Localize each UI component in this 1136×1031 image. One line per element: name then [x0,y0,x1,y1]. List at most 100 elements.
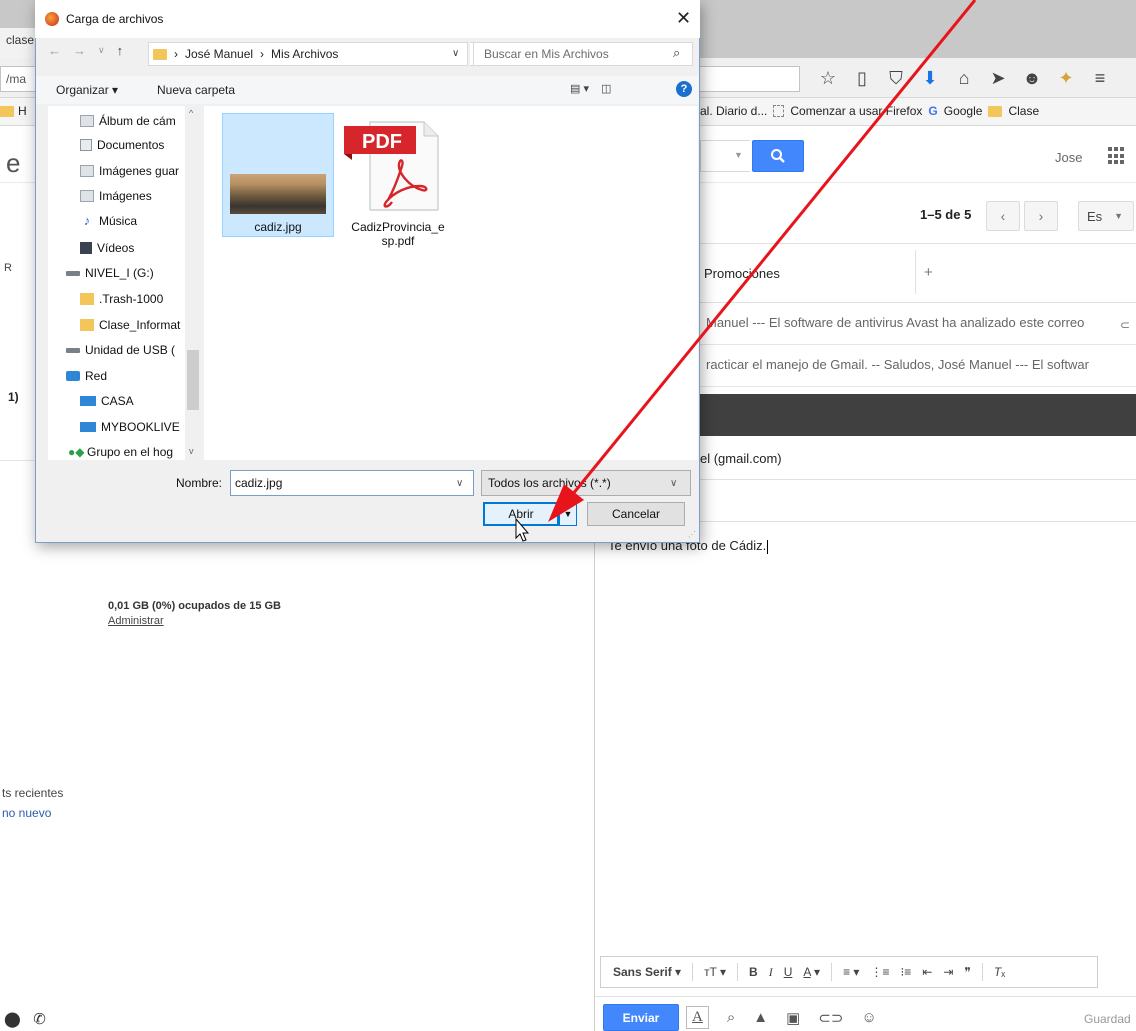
tree-item[interactable]: Imágenes guar [80,160,179,182]
italic-icon[interactable]: I [769,965,773,980]
tree-item[interactable]: Vídeos [80,237,134,259]
gmail-search-button[interactable] [752,140,804,172]
chevron-up-icon[interactable]: ^ [189,108,193,118]
send-button[interactable]: Enviar [603,1004,679,1031]
open-options-dropdown[interactable]: ▼ [559,502,577,526]
pocket-icon[interactable]: ⛉ [886,68,906,89]
extension-icon[interactable]: ✦ [1056,68,1076,89]
add-tab-button[interactable]: + [924,264,933,281]
bold-icon[interactable]: B [749,965,758,979]
quote-icon[interactable]: ❞ [964,965,970,979]
address-breadcrumb[interactable]: › José Manuel › Mis Archivos [148,42,468,66]
bookmark-google[interactable]: Google [944,104,983,118]
remove-formatting-icon[interactable]: Tₓ [994,965,1005,979]
gmail-user-name[interactable]: Jose [1055,150,1082,165]
text-color-icon[interactable]: A ▾ [803,965,820,979]
indent-less-icon[interactable]: ⇤ [922,965,932,979]
bulleted-list-icon[interactable]: ⁝≡ [900,965,911,979]
back-arrow-icon[interactable]: ← [48,43,61,58]
tree-item[interactable]: Red [66,365,107,387]
chat-icon[interactable]: ☻ [1022,68,1042,89]
bookmark-firefox[interactable]: Comenzar a usar Firefox [790,104,922,118]
preview-pane-icon[interactable]: ◫ [601,82,611,95]
email-row[interactable]: Manuel --- El software de antivirus Avas… [700,303,1136,345]
tree-item-label: Red [85,369,108,383]
tree-item[interactable]: ♪ Música [80,210,137,232]
apps-grid-icon[interactable] [1108,147,1126,165]
bookmark-clase[interactable]: Clase [1008,104,1039,118]
chevron-down-icon[interactable]: ∨ [670,478,677,489]
file-name-line: sp.pdf [381,234,415,248]
tree-item-label: Música [99,214,138,228]
send-icon[interactable]: ➤ [988,68,1008,89]
bookmark-diario[interactable]: al. Diario d... [700,104,767,118]
tree-scrollbar-thumb[interactable] [187,350,199,410]
new-contact-link[interactable]: no nuevo [2,806,51,820]
manage-storage-link[interactable]: Administrar [108,615,164,627]
change-view-icon[interactable]: ▤ ▾ [570,82,589,95]
underline-icon[interactable]: U [784,965,793,979]
tab-promotions[interactable]: Promociones [704,266,780,281]
breadcrumb-item[interactable]: Mis Archivos [271,47,338,61]
numbered-list-icon[interactable]: ⋮≡ [870,965,889,979]
formatting-toggle-icon[interactable]: A [686,1006,709,1029]
tree-item[interactable]: Imágenes [80,185,152,207]
align-icon[interactable]: ≡ ▾ [843,965,859,979]
link-icon[interactable]: ⊂⊃ [818,1009,843,1027]
up-arrow-icon[interactable]: ↑ [117,43,124,58]
music-icon: ♪ [83,213,91,228]
photo-icon[interactable]: ▣ [786,1009,800,1027]
compose-recipient[interactable]: el (gmail.com) [700,451,782,466]
emoji-icon[interactable]: ☺ [861,1009,876,1026]
chevron-down-icon[interactable]: v [189,446,194,456]
pdf-file-icon[interactable]: PDF [344,120,440,212]
bookmark-star-icon[interactable]: ☆ [818,68,838,89]
font-family-select[interactable]: Sans Serif ▾ [613,965,681,979]
indent-more-icon[interactable]: ⇥ [943,965,953,979]
resize-grip-icon[interactable]: ⋰ [688,530,696,539]
font-size-icon[interactable]: ᴛT ▾ [704,965,726,979]
tree-item[interactable]: Unidad de USB ( [66,339,175,361]
input-tools-button[interactable]: Es ▼ [1078,201,1134,231]
paperclip-icon[interactable]: ⌕ [727,1009,735,1026]
file-name: cadiz.jpg [254,220,302,234]
breadcrumb-item[interactable]: José Manuel [185,47,253,61]
close-icon[interactable]: ✕ [676,8,691,29]
tree-item[interactable]: NIVEL_I (G:) [66,262,154,284]
older-button[interactable]: ‹ [986,201,1020,231]
newer-button[interactable]: › [1024,201,1058,231]
tree-item[interactable]: ●◆ Grupo en el hog [68,441,173,463]
chevron-down-icon[interactable]: ▼ [734,150,743,160]
tree-item[interactable]: .Trash-1000 [80,288,163,310]
forward-arrow-icon[interactable]: → [73,43,86,58]
drive-icon[interactable]: ▲ [753,1009,768,1026]
folder-icon [80,319,94,331]
open-button[interactable]: Abrir [483,502,559,526]
cancel-button[interactable]: Cancelar [587,502,685,526]
home-icon[interactable]: ⌂ [954,68,974,89]
tree-item[interactable]: Álbum de cám [80,110,176,132]
formatting-toolbar: Sans Serif ▾ ᴛT ▾ B I U A ▾ ≡ ▾ ⋮≡ ⁝≡ ⇤ … [600,956,1098,988]
tree-item[interactable]: CASA [80,390,134,412]
hangouts-icons[interactable]: ⬤ ✆ [4,1010,46,1028]
recent-dropdown-icon[interactable]: ∨ [98,45,105,56]
dialog-search-input[interactable]: Buscar en Mis Archivos [473,42,693,66]
chevron-down-icon[interactable]: ∨ [456,478,463,489]
menu-icon[interactable]: ≡ [1090,68,1110,89]
bookmark-left[interactable]: H [0,104,27,118]
new-folder-button[interactable]: Nueva carpeta [157,83,235,97]
tree-item[interactable]: Clase_Informat [80,314,180,336]
file-name-input[interactable]: cadiz.jpg [230,470,474,496]
download-icon[interactable]: ⬇ [920,68,940,89]
email-row[interactable]: racticar el manejo de Gmail. -- Saludos,… [700,345,1136,387]
file-name: CadizProvincia_e sp.pdf [340,220,456,248]
tree-item[interactable]: Documentos [80,134,164,156]
tree-item[interactable]: MYBOOKLIVE [80,416,180,438]
organize-button[interactable]: Organizar ▾ [56,83,118,97]
bookmarks-menu-icon[interactable]: ▯ [852,68,872,89]
tree-item-label: Unidad de USB ( [85,343,176,357]
help-icon[interactable]: ? [676,81,692,97]
file-type-select[interactable]: Todos los archivos (*.*) [481,470,691,496]
chevron-down-icon[interactable]: ∨ [452,48,459,59]
browser-toolbar: ☆ ▯ ⛉ ⬇ ⌂ ➤ ☻ ✦ ≡ [818,62,1110,94]
